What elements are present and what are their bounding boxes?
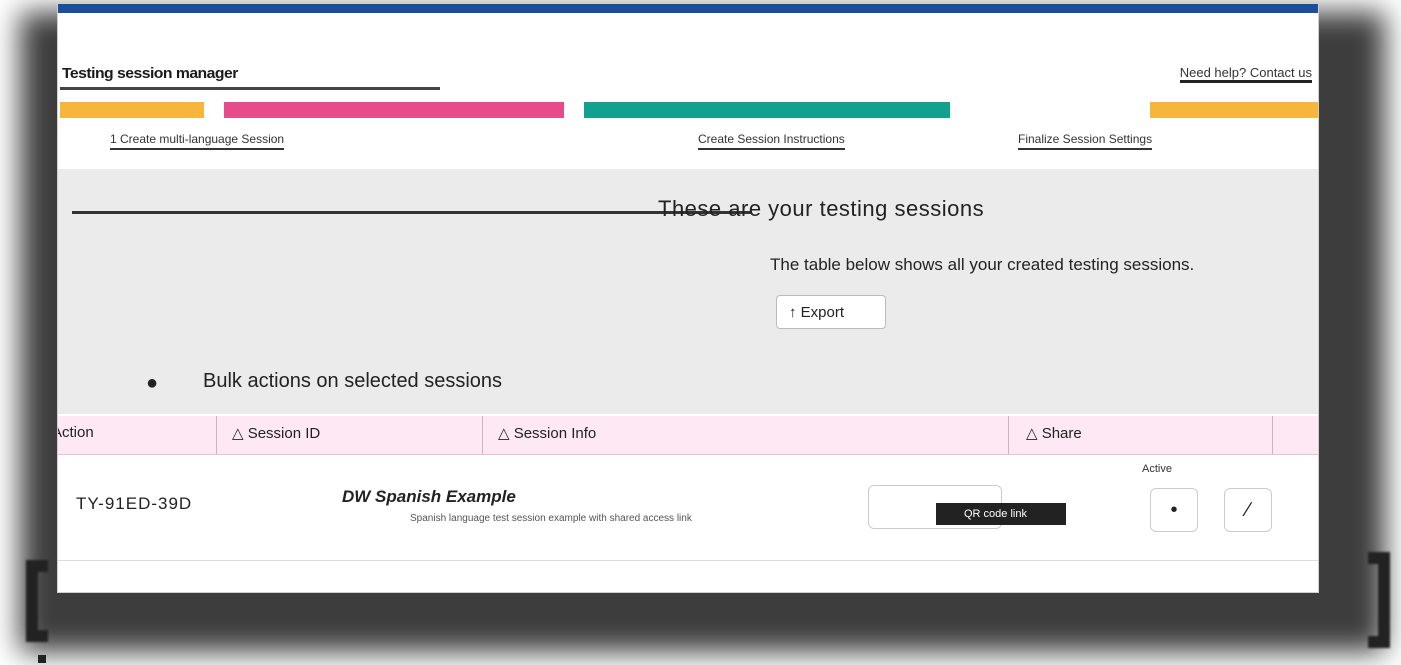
column-session-id-label: Session ID — [247, 425, 321, 442]
column-session-info[interactable]: △ Session Info — [498, 424, 596, 442]
corner-marker — [38, 655, 46, 663]
app-window: Testing session manager Need help? Conta… — [58, 4, 1318, 592]
status-badge: Active — [1142, 463, 1172, 475]
step-bar-3 — [584, 102, 950, 118]
page-subtitle: The table below shows all your created t… — [770, 255, 1195, 274]
sessions-panel — [58, 169, 1318, 334]
bracket-right — [1368, 552, 1390, 648]
export-button[interactable]: ↑ Export — [776, 295, 886, 329]
step-label-4[interactable]: Finalize Session Settings — [1018, 132, 1153, 150]
step-label-1[interactable]: 1 Create multi-language Session — [110, 132, 285, 150]
step-bar-1 — [60, 102, 204, 118]
header: Testing session manager Need help? Conta… — [58, 13, 1318, 95]
brand-title[interactable]: Testing session manager — [62, 65, 238, 82]
column-share[interactable]: △ Share — [1026, 424, 1082, 442]
bulk-actions-label[interactable]: Bulk actions on selected sessions — [203, 370, 502, 393]
pause-button[interactable]: • — [1150, 488, 1198, 532]
session-description: Spanish language test session example wi… — [410, 513, 692, 524]
step-labels: 1 Create multi-language Session Create S… — [58, 126, 1318, 166]
step-label-3[interactable]: Create Session Instructions — [698, 132, 845, 150]
edit-button[interactable]: ∕ — [1224, 488, 1272, 532]
session-title[interactable]: DW Spanish Example — [342, 487, 516, 507]
heading-rule — [72, 211, 752, 214]
top-accent-bar — [58, 4, 1318, 13]
table-row[interactable] — [58, 456, 1318, 561]
column-share-label: Share — [1041, 425, 1082, 442]
bulk-checkbox[interactable]: ● — [146, 372, 158, 395]
column-action[interactable]: Action — [58, 424, 94, 441]
step-bar-2 — [224, 102, 564, 118]
header-help-link[interactable]: Need help? Contact us — [1179, 65, 1312, 83]
table-header: Action △ Session ID △ Session Info △ Sha… — [58, 416, 1318, 455]
page-title: These are your testing sessions — [658, 196, 985, 221]
column-divider — [482, 416, 483, 454]
step-bar-4 — [1150, 102, 1318, 118]
dot-icon: • — [1170, 498, 1178, 521]
column-divider — [1008, 416, 1009, 454]
column-session-id[interactable]: △ Session ID — [232, 424, 320, 442]
session-id: TY-91ED-39D — [76, 494, 193, 513]
qr-code-button[interactable]: QR code link — [936, 503, 1066, 525]
column-divider — [1272, 416, 1273, 454]
edit-icon: ∕ — [1246, 498, 1250, 521]
column-divider — [216, 416, 217, 454]
bracket-left — [26, 560, 48, 642]
column-session-info-label: Session Info — [513, 425, 597, 442]
